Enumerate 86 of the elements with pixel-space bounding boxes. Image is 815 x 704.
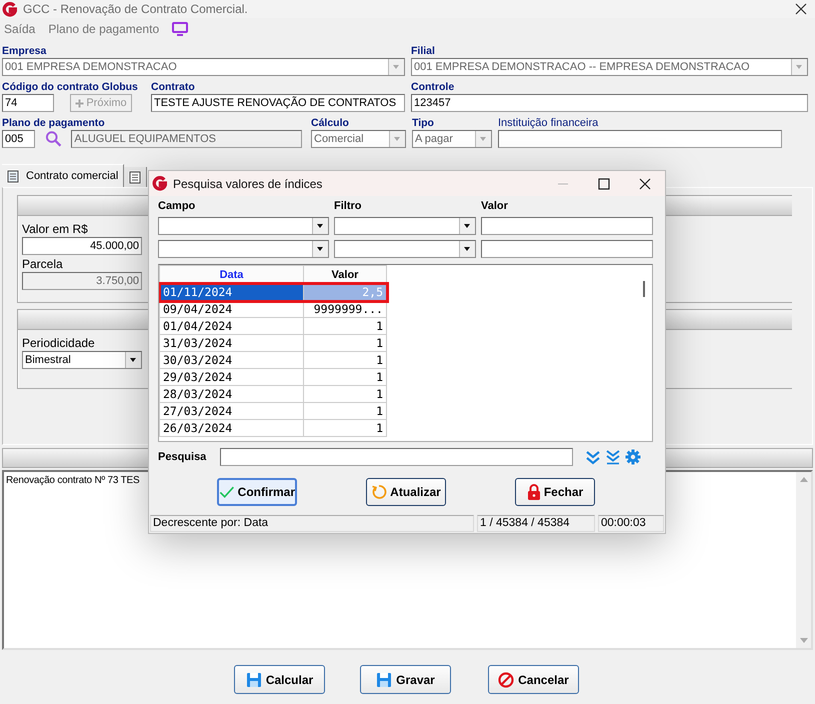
table-cell[interactable]: 29/03/2024 [160, 368, 304, 386]
plan-description-field[interactable]: ALUGUEL EQUIPAMENTOS [71, 130, 302, 148]
institution-field[interactable] [498, 130, 782, 148]
dialog-button[interactable]: Confirmar [217, 478, 297, 506]
field-label: Valor em R$ [22, 222, 89, 236]
table-cell[interactable]: 1 [304, 386, 386, 402]
table-cell[interactable]: 1 [304, 368, 386, 386]
table-cell[interactable]: 1 [304, 318, 386, 334]
search-field[interactable] [220, 448, 573, 466]
menu-item[interactable]: Saída [4, 22, 36, 36]
status-text: 1 / 45384 / 45384 [477, 515, 595, 532]
settings-icon[interactable] [625, 449, 641, 465]
field-label: Plano de pagamento [2, 116, 106, 130]
checkmark-icon [219, 484, 235, 500]
notes-text: Renovação contrato Nº 73 TES [6, 475, 140, 486]
field-label: Parcela [22, 257, 64, 271]
close-icon[interactable] [795, 3, 807, 15]
contract-field[interactable]: TESTE AJUSTE RENOVAÇÃO DE CONTRATOS [151, 94, 405, 112]
table-cell[interactable]: 9999999... [304, 300, 386, 318]
padlock-icon [526, 483, 541, 501]
chevrons-to-bottom-icon[interactable] [605, 449, 621, 465]
plus-icon [75, 98, 84, 108]
monitor-icon[interactable] [172, 22, 188, 36]
table-cell[interactable]: 31/03/2024 [160, 334, 304, 352]
field-label: Periodicidade [22, 336, 96, 350]
close-icon[interactable] [639, 178, 651, 190]
scrollbar-thumb[interactable] [643, 281, 645, 297]
refresh-icon [371, 484, 388, 500]
dialog-button[interactable]: Atualizar [366, 478, 446, 506]
table-cell[interactable]: 01/11/2024 [160, 284, 304, 300]
company-dropdown[interactable]: 001 EMPRESA DEMONSTRACAO [2, 58, 405, 76]
amount-field[interactable]: 45.000,00 [22, 237, 142, 255]
table-cell[interactable]: 09/04/2024 [160, 300, 304, 318]
logo-icon [152, 176, 167, 191]
periodicity-dropdown[interactable]: Bimestral [22, 351, 142, 369]
plan-code-field[interactable]: 005 [2, 130, 35, 148]
tab[interactable]: Contrato comercial [2, 164, 124, 187]
action-button[interactable]: Calcular [234, 665, 325, 694]
status-text: 00:00:03 [598, 515, 664, 532]
search-label: Pesquisa [158, 451, 208, 463]
field-dropdown[interactable] [158, 217, 329, 235]
branch-dropdown[interactable]: 001 EMPRESA DEMONSTRACAO -- EMPRESA DEMONSTRACAO [411, 58, 808, 76]
field-label: Contrato [151, 80, 196, 94]
document-icon [129, 170, 142, 184]
column-header[interactable]: Data [160, 266, 304, 284]
maximize-icon[interactable] [598, 178, 610, 190]
filter-label: Valor [481, 200, 509, 212]
chevrons-down-icon[interactable] [585, 449, 601, 465]
field-label: Filial [411, 44, 436, 58]
prohibited-icon [498, 672, 514, 688]
field-label: Instituição financeira [498, 116, 600, 130]
value-field[interactable] [481, 217, 653, 235]
status-text: Decrescente por: Data [150, 515, 474, 532]
dialog-button[interactable]: Fechar [515, 478, 595, 506]
field-label: Cálculo [311, 116, 350, 130]
field-label: Empresa [2, 44, 48, 58]
action-button[interactable]: Cancelar [488, 665, 579, 694]
filter-dropdown[interactable] [334, 217, 476, 235]
document-icon [7, 170, 19, 182]
table-cell[interactable]: 1 [304, 402, 386, 420]
window-title: GCC - Renovação de Contrato Comercial. [23, 2, 248, 16]
search-icon[interactable] [45, 130, 62, 148]
logo-icon [2, 2, 17, 16]
menu-item[interactable]: Plano de pagamento [48, 22, 160, 36]
table-cell[interactable]: 27/03/2024 [160, 402, 304, 420]
filter-label: Campo [158, 200, 196, 212]
table-cell[interactable]: 28/03/2024 [160, 386, 304, 402]
control-field[interactable]: 123457 [411, 94, 808, 112]
tab[interactable] [124, 167, 148, 187]
field-label: Código do contrato Globus [2, 80, 139, 94]
action-button[interactable]: Gravar [360, 665, 451, 694]
table-cell[interactable]: 1 [304, 420, 386, 436]
filter-dropdown[interactable] [334, 240, 476, 258]
table-cell[interactable]: 1 [304, 352, 386, 368]
table-cell[interactable]: 30/03/2024 [160, 352, 304, 368]
contract-code-field[interactable]: 74 [2, 94, 54, 112]
field-label: Controle [411, 80, 456, 94]
table-cell[interactable]: 1 [304, 334, 386, 352]
table-cell[interactable]: 01/04/2024 [160, 318, 304, 334]
filter-label: Filtro [334, 200, 362, 212]
table-cell[interactable]: 26/03/2024 [160, 420, 304, 436]
field-label: Tipo [412, 116, 435, 130]
field-dropdown[interactable] [158, 240, 329, 258]
column-header[interactable]: Valor [304, 266, 386, 284]
dialog-title: Pesquisa valores de índices [173, 176, 322, 190]
value-field[interactable] [481, 240, 653, 258]
